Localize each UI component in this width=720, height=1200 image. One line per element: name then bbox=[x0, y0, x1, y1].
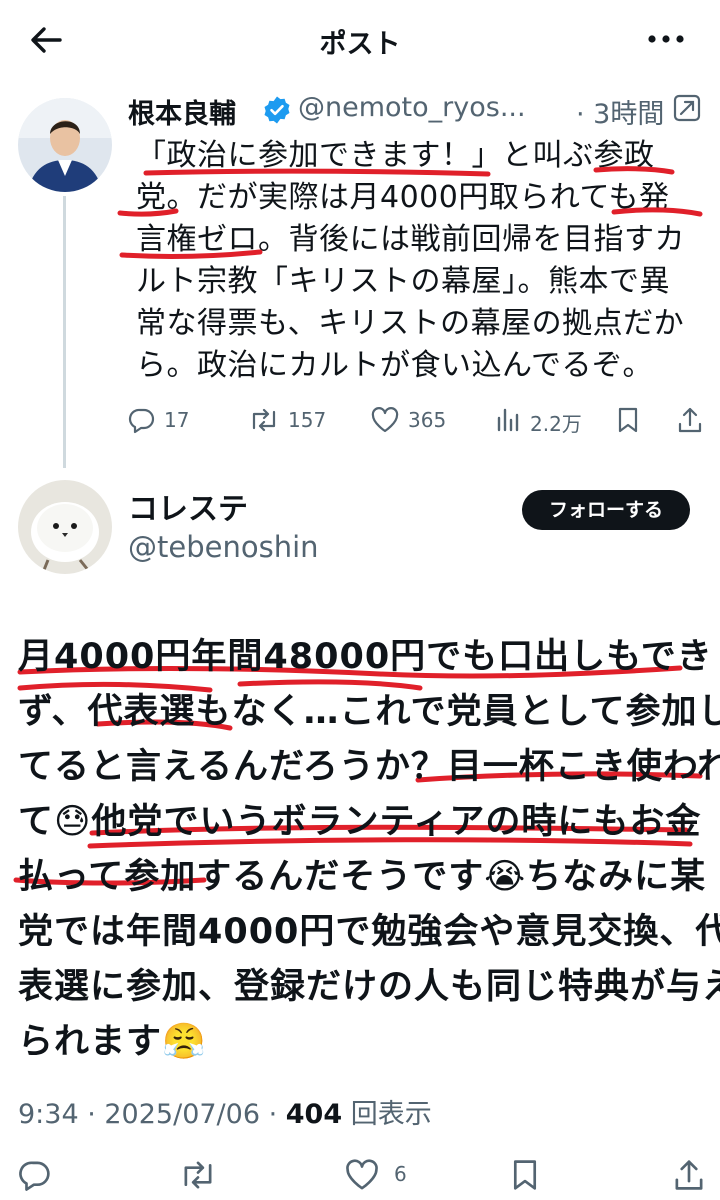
author-handle[interactable]: @tebenoshin bbox=[128, 530, 319, 564]
reply-button[interactable]: 17 bbox=[128, 404, 208, 438]
views-button[interactable]: 2.2万 bbox=[494, 404, 594, 438]
post-text-line: られます😤 bbox=[18, 1022, 207, 1062]
post-text-line: て😓他党でいうボランティアの時にもお金 bbox=[18, 802, 702, 842]
bookmark-icon[interactable] bbox=[510, 1158, 544, 1194]
post-text-line: てると言えるんだろうか？目一杯こき使われ bbox=[18, 747, 720, 787]
post-text-line: 払って参加するんだそうです😭ちなみに某 bbox=[18, 857, 707, 897]
bookmark-icon[interactable] bbox=[616, 404, 646, 438]
share-icon[interactable] bbox=[672, 1158, 706, 1194]
reply-button[interactable] bbox=[18, 1158, 58, 1194]
like-count: 6 bbox=[394, 1162, 407, 1186]
like-button[interactable]: 365 bbox=[370, 404, 470, 438]
like-count: 365 bbox=[408, 408, 447, 432]
follow-button[interactable]: フォローする bbox=[522, 490, 690, 530]
post-text-line: 表選に参加、登録だけの人も同じ特典が与え bbox=[18, 967, 720, 1007]
view-label: 回表示 bbox=[342, 1099, 432, 1130]
repost-count: 157 bbox=[288, 408, 327, 432]
views-count: 2.2万 bbox=[530, 412, 582, 436]
post-text-line: ず、代表選もなく…これで党員として参加し bbox=[18, 692, 720, 732]
avatar[interactable] bbox=[18, 480, 112, 574]
repost-button[interactable]: 157 bbox=[248, 404, 348, 438]
repost-button[interactable] bbox=[178, 1158, 222, 1194]
share-icon[interactable] bbox=[676, 404, 706, 438]
post-text-line: 党では年間4000円で勉強会や意見交換、代 bbox=[18, 912, 720, 952]
like-button[interactable]: 6 bbox=[344, 1158, 424, 1194]
post-meta: 9:34 · 2025/07/06 · 404 回表示 bbox=[18, 1092, 432, 1131]
view-count: 404 bbox=[285, 1099, 343, 1130]
reply-count: 17 bbox=[164, 408, 190, 432]
post-timestamp: 9:34 · 2025/07/06 · bbox=[18, 1099, 286, 1130]
post-text-line: 月4000円年間48000円でも口出しもでき bbox=[18, 637, 713, 677]
author-name[interactable]: コレステ bbox=[128, 484, 248, 528]
